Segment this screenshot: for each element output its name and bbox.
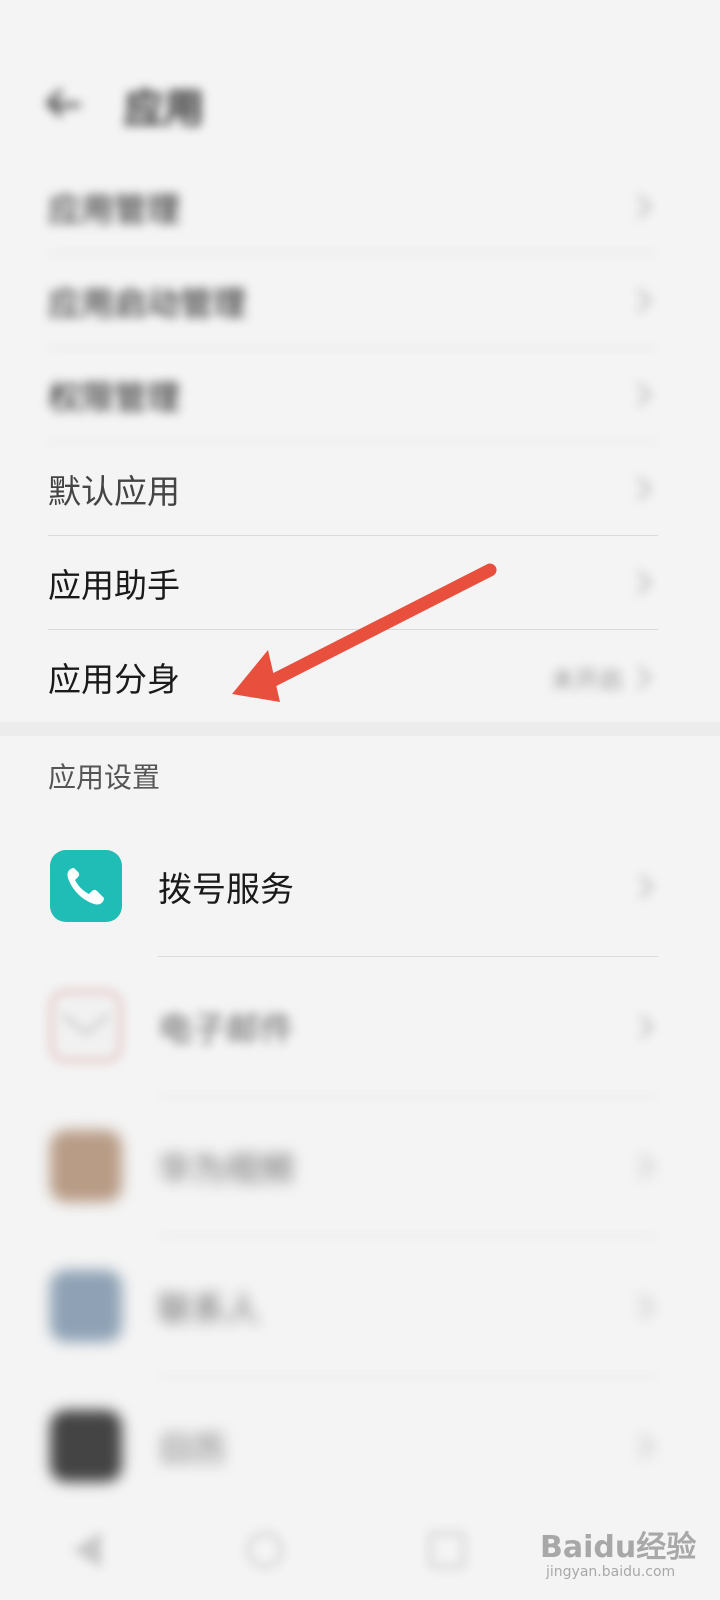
contacts-icon <box>50 1270 122 1342</box>
app-item-email[interactable]: 电子邮件 <box>0 956 720 1096</box>
settings-item-label: 应用启动管理 <box>48 283 246 323</box>
watermark-url: jingyan.baidu.com <box>546 1564 676 1580</box>
page-title: 应用 <box>124 86 204 132</box>
chevron-right-icon <box>627 476 652 501</box>
status-bar <box>0 0 720 52</box>
chevron-right-icon <box>629 873 654 899</box>
settings-item-default-apps[interactable]: 默认应用 <box>48 442 658 536</box>
app-name: 华为视频 <box>158 1149 294 1190</box>
app-twin-status: 未开启 <box>551 665 623 694</box>
settings-item-permission-management[interactable]: 权限管理 <box>48 348 658 442</box>
chevron-right-icon <box>629 1433 654 1459</box>
nav-recents-icon[interactable] <box>429 1532 465 1568</box>
section-divider <box>0 722 720 736</box>
chevron-right-icon <box>627 288 652 313</box>
settings-item-label: 权限管理 <box>48 377 180 417</box>
chevron-right-icon <box>627 664 652 690</box>
app-name: 电子邮件 <box>158 1009 294 1050</box>
settings-item-app-management[interactable]: 应用管理 <box>48 160 658 254</box>
app-item-calendar[interactable]: 日历 <box>0 1376 720 1516</box>
calendar-icon <box>50 1410 122 1482</box>
settings-item-app-twin[interactable]: 应用分身 未开启 <box>48 630 658 724</box>
chevron-right-icon <box>629 1153 654 1179</box>
app-item-video[interactable]: 华为视频 <box>0 1096 720 1236</box>
page-header: 应用 <box>0 70 720 140</box>
baidu-jingyan-watermark: Baidu经验 jingyan.baidu.com <box>540 1506 710 1586</box>
back-arrow-icon[interactable] <box>44 83 88 127</box>
section-title-app-settings: 应用设置 <box>48 761 161 794</box>
settings-item-label: 应用分身 <box>48 660 180 699</box>
nav-back-icon[interactable] <box>73 1532 101 1568</box>
chevron-right-icon <box>629 1293 654 1319</box>
chevron-right-icon <box>627 194 652 219</box>
video-icon <box>50 1130 122 1202</box>
app-item-contacts[interactable]: 联系人 <box>0 1236 720 1376</box>
settings-item-app-assistant[interactable]: 应用助手 <box>48 536 658 630</box>
settings-item-label: 默认应用 <box>48 471 180 511</box>
app-name: 联系人 <box>158 1289 260 1330</box>
watermark-brand: Baidu经验 <box>540 1530 697 1565</box>
chevron-right-icon <box>627 570 652 595</box>
settings-item-label: 应用管理 <box>48 189 180 229</box>
nav-home-icon[interactable] <box>247 1532 283 1568</box>
app-name: 拨号服务 <box>158 869 294 910</box>
mail-icon <box>50 990 122 1062</box>
phone-icon <box>50 850 122 922</box>
settings-item-label: 应用助手 <box>48 565 180 605</box>
settings-item-startup-management[interactable]: 应用启动管理 <box>48 254 658 348</box>
app-name: 日历 <box>158 1429 226 1470</box>
app-item-dialer[interactable]: 拨号服务 <box>0 816 720 956</box>
chevron-right-icon <box>629 1013 654 1039</box>
chevron-right-icon <box>627 382 652 407</box>
